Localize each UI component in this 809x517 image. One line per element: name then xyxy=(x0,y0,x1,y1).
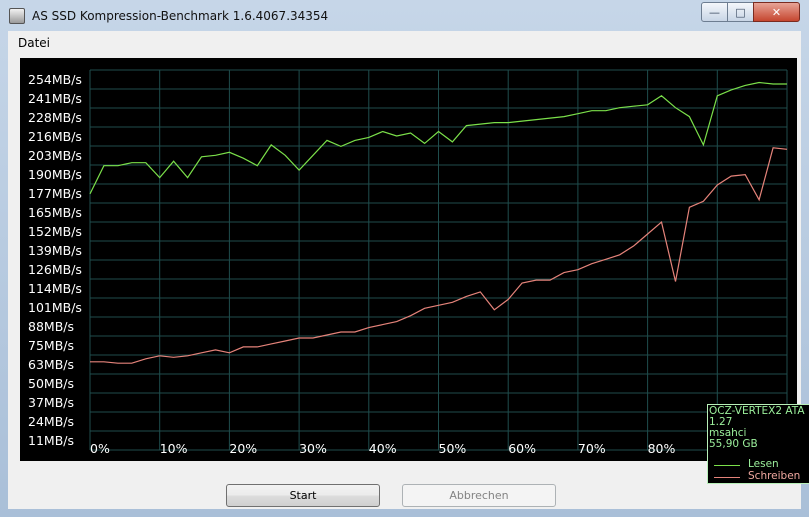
chart-svg: 254MB/s 241MB/s 228MB/s 216MB/s 203MB/s 190MB… xyxy=(28,69,788,456)
x-tick-label: 60% xyxy=(508,441,536,456)
y-tick-label: 190MB/s xyxy=(28,167,82,182)
maximize-button[interactable]: □ xyxy=(727,2,754,22)
client-area: Datei 254MB/s 241MB/s 228MB/s 216MB/s 203MB/… xyxy=(8,31,809,509)
x-tick-label: 80% xyxy=(648,441,676,456)
legend-read-swatch xyxy=(714,465,740,466)
minimize-button[interactable]: — xyxy=(701,2,728,22)
x-tick-label: 20% xyxy=(229,441,257,456)
y-tick-label: 228MB/s xyxy=(28,110,82,125)
chart-legend: OCZ-VERTEX2 ATA 1.27 msahci 55,90 GB Les… xyxy=(707,404,809,484)
close-icon: ✕ xyxy=(771,5,782,19)
compression-chart: 254MB/s 241MB/s 228MB/s 216MB/s 203MB/s 190MB… xyxy=(20,58,809,484)
legend-read-label: Lesen xyxy=(748,458,779,470)
y-tick-label: 101MB/s xyxy=(28,300,82,315)
abort-button[interactable]: Abbrechen xyxy=(402,484,556,507)
y-tick-label: 75MB/s xyxy=(28,338,74,353)
y-tick-label: 37MB/s xyxy=(28,395,74,410)
title-bar[interactable]: AS SSD Kompression-Benchmark 1.6.4067.34… xyxy=(0,0,809,30)
y-tick-label: 216MB/s xyxy=(28,129,82,144)
legend-size: 55,90 GB xyxy=(709,438,758,450)
y-tick-label: 165MB/s xyxy=(28,205,82,220)
y-tick-label: 203MB/s xyxy=(28,148,82,163)
y-tick-label: 241MB/s xyxy=(28,91,82,106)
legend-write-swatch xyxy=(714,477,740,478)
y-tick-label: 177MB/s xyxy=(28,186,82,201)
y-tick-label: 88MB/s xyxy=(28,319,74,334)
close-button[interactable]: ✕ xyxy=(753,2,800,22)
x-tick-label: 50% xyxy=(439,441,467,456)
y-tick-label: 24MB/s xyxy=(28,414,74,429)
y-tick-label: 254MB/s xyxy=(28,72,82,87)
x-tick-label: 10% xyxy=(160,441,188,456)
maximize-icon: □ xyxy=(735,5,746,19)
menu-bar: Datei xyxy=(8,31,801,53)
x-tick-label: 70% xyxy=(578,441,606,456)
menu-item-datei[interactable]: Datei xyxy=(18,36,50,50)
window-title: AS SSD Kompression-Benchmark 1.6.4067.34… xyxy=(32,9,329,23)
y-tick-label: 126MB/s xyxy=(28,262,82,277)
y-tick-label: 114MB/s xyxy=(28,281,82,296)
minimize-icon: — xyxy=(709,5,720,19)
app-window: AS SSD Kompression-Benchmark 1.6.4067.34… xyxy=(0,0,809,517)
y-tick-label: 11MB/s xyxy=(28,433,74,448)
y-tick-label: 139MB/s xyxy=(28,243,82,258)
legend-entry-write: Schreiben xyxy=(708,471,808,483)
y-tick-label: 63MB/s xyxy=(28,357,74,372)
x-tick-label: 0% xyxy=(90,441,110,456)
y-tick-label: 50MB/s xyxy=(28,376,74,391)
legend-write-label: Schreiben xyxy=(748,470,801,482)
app-icon xyxy=(9,8,25,24)
x-tick-label: 40% xyxy=(369,441,397,456)
y-tick-label: 152MB/s xyxy=(28,224,82,239)
x-tick-label: 30% xyxy=(299,441,327,456)
start-button[interactable]: Start xyxy=(226,484,380,507)
